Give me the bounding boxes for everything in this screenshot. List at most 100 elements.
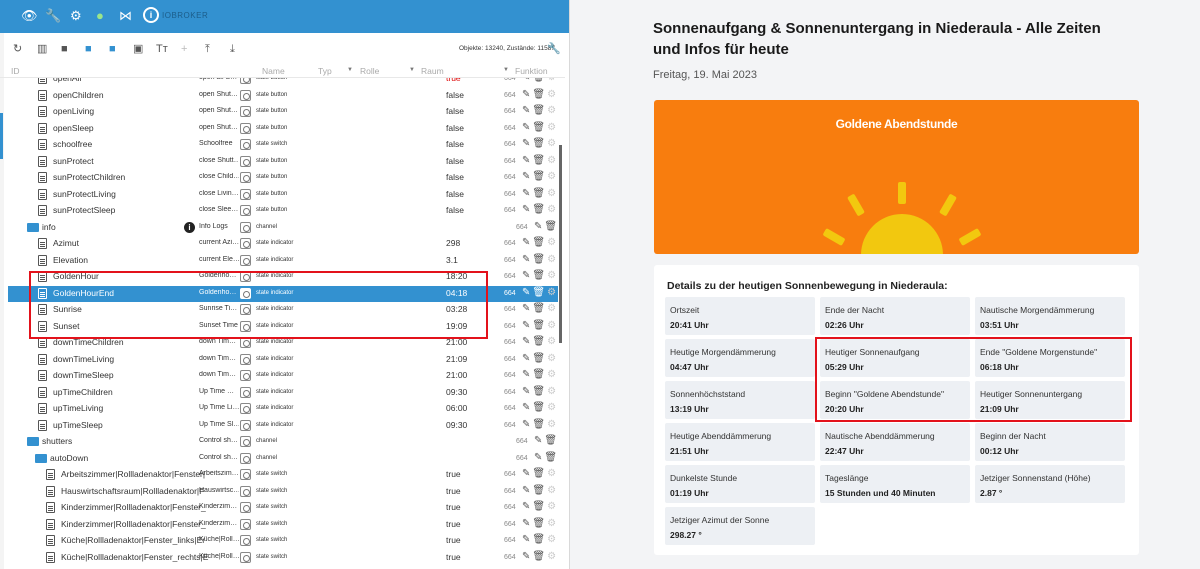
edit-icon[interactable]: ✎ <box>522 369 532 380</box>
tree-row[interactable]: openChildren open Shut… state button false 6… <box>8 88 558 104</box>
delete-icon[interactable]: 🗑 <box>544 435 559 446</box>
col-typ[interactable]: Typ <box>318 66 332 76</box>
delete-icon[interactable]: 🗑 <box>532 204 547 215</box>
object-value[interactable]: false <box>446 172 464 182</box>
upload-icon[interactable]: ⤒ <box>205 42 210 56</box>
edit-icon[interactable]: ✎ <box>522 386 532 397</box>
edit-icon[interactable]: ✎ <box>522 188 532 199</box>
edit-icon[interactable]: ✎ <box>522 320 532 331</box>
wrench-tool-icon[interactable]: 🔧 <box>547 42 561 56</box>
object-value[interactable]: false <box>446 205 464 215</box>
tree-row[interactable]: Arbeitszimmer|Rollladenaktor|Fenster| Arb… <box>8 467 558 483</box>
edit-icon[interactable]: ✎ <box>522 138 532 149</box>
gear-icon[interactable]: ⚙ <box>547 336 558 347</box>
edit-icon[interactable]: ✎ <box>534 221 544 232</box>
tree-row[interactable]: sunProtectLiving close Livin… state button… <box>8 187 558 203</box>
folder-open-icon[interactable]: ■ <box>85 42 92 56</box>
object-value[interactable]: true <box>446 486 461 496</box>
gear-icon[interactable]: ⚙ <box>547 188 558 199</box>
tree-row[interactable]: openLiving open Shut… state button false 664… <box>8 104 558 120</box>
tree-row[interactable]: sunProtectSleep close Slee… state button fa… <box>8 203 558 219</box>
delete-icon[interactable]: 🗑 <box>532 386 547 397</box>
gear-icon[interactable]: ⚙ <box>547 171 558 182</box>
delete-icon[interactable]: 🗑 <box>532 518 547 529</box>
col-raum[interactable]: Raum <box>421 66 444 76</box>
col-rolle[interactable]: Rolle <box>360 66 379 76</box>
tree-row[interactable]: upTimeChildren Up Time … state indicator 09… <box>8 385 558 401</box>
edit-icon[interactable]: ✎ <box>522 551 532 562</box>
tree-row[interactable]: autoDown Control sh… channel 664 ✎🗑 <box>8 451 558 467</box>
edit-icon[interactable]: ✎ <box>522 419 532 430</box>
delete-icon[interactable]: 🗑 <box>532 485 547 496</box>
refresh-icon[interactable]: ↻ <box>13 42 22 56</box>
edit-icon[interactable]: ✎ <box>522 78 532 83</box>
delete-icon[interactable]: 🗑 <box>532 89 547 100</box>
gear-icon[interactable]: ⚙ <box>547 287 558 298</box>
object-value[interactable]: 3.1 <box>446 255 458 265</box>
edit-icon[interactable]: ✎ <box>522 468 532 479</box>
gear-icon[interactable]: ⚙ <box>547 419 558 430</box>
object-value[interactable]: false <box>446 90 464 100</box>
delete-icon[interactable]: 🗑 <box>532 171 547 182</box>
edit-icon[interactable]: ✎ <box>522 485 532 496</box>
info-icon[interactable]: i <box>184 221 195 233</box>
edit-icon[interactable]: ✎ <box>522 353 532 364</box>
gear-icon[interactable]: ⚙ <box>547 254 558 265</box>
gear-icon[interactable]: ⚙ <box>547 485 558 496</box>
delete-icon[interactable]: 🗑 <box>532 155 547 166</box>
object-value[interactable]: 298 <box>446 238 460 248</box>
add-icon[interactable]: + <box>181 42 187 56</box>
edit-icon[interactable]: ✎ <box>522 155 532 166</box>
edit-icon[interactable]: ✎ <box>522 287 532 298</box>
object-value[interactable]: 21:00 <box>446 370 467 380</box>
gear-icon[interactable]: ⚙ <box>547 105 558 116</box>
edit-icon[interactable]: ✎ <box>522 105 532 116</box>
delete-icon[interactable]: 🗑 <box>532 138 547 149</box>
object-value[interactable]: 06:00 <box>446 403 467 413</box>
tree-row[interactable]: shutters Control sh… channel 664 ✎🗑 <box>8 434 558 450</box>
folder-closed-icon[interactable]: ■ <box>109 42 116 56</box>
tree-row[interactable]: Kinderzimmer|Rollladenaktor|Fenster_ Kind… <box>8 517 558 533</box>
edit-icon[interactable]: ✎ <box>522 122 532 133</box>
object-value[interactable]: 21:09 <box>446 354 467 364</box>
delete-icon[interactable]: 🗑 <box>532 534 547 545</box>
gear-icon[interactable]: ⚙ <box>547 78 558 83</box>
gear-icon[interactable]: ⚙ <box>547 551 558 562</box>
tree-row[interactable]: Kinderzimmer|Rollladenaktor|Fenster_ Kind… <box>8 500 558 516</box>
chevron-down-icon[interactable]: ▼ <box>347 67 353 73</box>
tree-row[interactable]: downTimeLiving down Tim… state indicator 21… <box>8 352 558 368</box>
gear-icon[interactable]: ⚙ <box>547 501 558 512</box>
chevron-down-icon[interactable]: ▼ <box>409 67 415 73</box>
settings-icon[interactable]: ⚙ <box>70 8 82 24</box>
tree-row[interactable]: Hauswirtschaftsraum|Rollladenaktor|F Haus… <box>8 484 558 500</box>
delete-icon[interactable]: 🗑 <box>532 353 547 364</box>
tree-row[interactable]: info i Info Logs channel 664 ✎🗑 <box>8 220 558 236</box>
object-value[interactable]: 09:30 <box>446 387 467 397</box>
gear-icon[interactable]: ⚙ <box>547 303 558 314</box>
tree-row[interactable]: upTimeSleep Up Time Sl… state indicator 09:… <box>8 418 558 434</box>
gear-icon[interactable]: ⚙ <box>547 122 558 133</box>
gear-icon[interactable]: ⚙ <box>547 386 558 397</box>
delete-icon[interactable]: 🗑 <box>532 369 547 380</box>
delete-icon[interactable]: 🗑 <box>544 452 559 463</box>
delete-icon[interactable]: 🗑 <box>544 221 559 232</box>
gear-icon[interactable]: ⚙ <box>547 518 558 529</box>
edit-icon[interactable]: ✎ <box>522 89 532 100</box>
tree-row[interactable]: upTimeLiving Up Time Li… state indicator 06… <box>8 401 558 417</box>
edit-icon[interactable]: ✎ <box>522 270 532 281</box>
eye-icon[interactable]: 👁 <box>21 8 38 24</box>
edit-icon[interactable]: ✎ <box>522 254 532 265</box>
delete-icon[interactable]: 🗑 <box>532 287 547 298</box>
edit-icon[interactable]: ✎ <box>522 204 532 215</box>
delete-icon[interactable]: 🗑 <box>532 122 547 133</box>
tree-row[interactable]: Küche|Rollladenaktor|Fenster_links|Er Küc… <box>8 533 558 549</box>
object-value[interactable]: true <box>446 535 461 545</box>
columns-icon[interactable]: ▥ <box>37 42 47 56</box>
edit-icon[interactable]: ✎ <box>534 435 544 446</box>
delete-icon[interactable]: 🗑 <box>532 78 547 83</box>
chevron-down-icon[interactable]: ▼ <box>503 67 509 73</box>
tree-row[interactable]: openAll open all S… state button true 664 ✎🗑⚙ <box>8 78 558 87</box>
col-id[interactable]: ID <box>11 66 20 76</box>
tree-row[interactable]: schoolfree Schoolfree state switch false 664… <box>8 137 558 153</box>
gear-icon[interactable]: ⚙ <box>547 138 558 149</box>
